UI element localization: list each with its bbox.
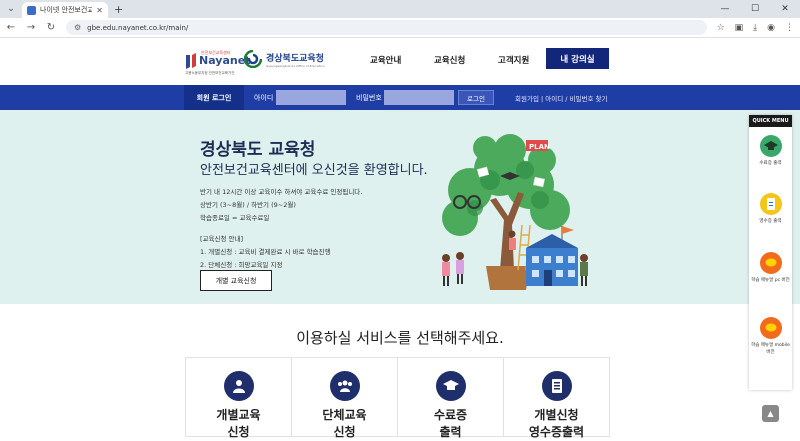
quick-certificate[interactable]: 수료증 출력 [749, 135, 792, 167]
nayanet-mark-icon [186, 53, 196, 69]
browser-tab-bar: ⌄ 나이넷 안전보건교육센터 경상 ✕ + — ☐ ✕ [0, 0, 800, 18]
extensions-icon[interactable]: ▣ [735, 23, 744, 33]
hero-line: 상반기 (3~8월) / 하반기 (9~2월) [200, 201, 296, 209]
nav-edu-info[interactable]: 교육안내 [370, 54, 401, 66]
service-card-group[interactable]: 단체교육 신청 [292, 358, 398, 439]
reload-icon[interactable]: ↻ [46, 22, 56, 33]
id-input[interactable] [276, 90, 346, 105]
service-card-label: 수료증 출력 [433, 408, 468, 439]
person-icon [223, 371, 254, 401]
login-title: 회원 로그인 [184, 85, 244, 110]
plan-flag-text: PLAN [529, 143, 550, 151]
quick-item-label: 영수증 출력 [759, 219, 782, 224]
browser-menu-icon[interactable]: ⋮ [785, 23, 794, 33]
nayanet-logo[interactable]: 안전보건교육센터 Nayanet 고용노동부지정 안전보건교육기관 [184, 46, 250, 78]
scroll-top-button[interactable]: ▲ [762, 405, 779, 422]
nav-edu-apply[interactable]: 교육신청 [434, 54, 465, 66]
nayanet-logo-sub: 고용노동부지정 안전보건교육기관 [185, 71, 235, 75]
hero-line: 반기 내 12시간 이상 교육이수 하셔야 교육수료 인정됩니다. [200, 188, 363, 196]
site-info-icon[interactable]: ⚙ [74, 23, 81, 32]
quick-item-label: 학습 매뉴얼 pc 버전 [751, 278, 790, 283]
individual-apply-button[interactable]: 개별 교육신청 [200, 270, 272, 291]
tab-list-icon[interactable]: ⌄ [4, 2, 18, 16]
gyeongbuk-logo-title: 경상북도교육청 [266, 53, 324, 64]
nayanet-logo-text: Nayanet [199, 54, 251, 67]
hero-line: [교육신청 안내] [200, 235, 244, 243]
signup-find-links[interactable]: 회원가입 | 아이디 / 비밀번호 찾기 [515, 93, 607, 103]
quick-menu: QUICK MENU 수료증 출력 영수증 출력 학습 매뉴얼 pc 버전 학습… [749, 115, 792, 390]
hero-line: 2. 단체신청 : 희망교육일 지정 [200, 261, 283, 269]
chat-bubble-icon [759, 252, 782, 274]
tab-title: 나이넷 안전보건교육센터 경상 [40, 6, 93, 14]
password-input[interactable] [384, 90, 454, 105]
hero-line: 1. 개별신청 : 교육비 결제완료 시 바로 학습진행 [200, 248, 331, 256]
hero-banner: 경상북도 교육청 안전보건교육센터에 오신것을 환영합니다. 반기 내 12시간… [0, 110, 800, 304]
service-card-label: 단체교육 신청 [322, 408, 367, 439]
my-classroom-button[interactable]: 내 강의실 [546, 48, 609, 69]
quick-receipt[interactable]: 영수증 출력 [749, 193, 792, 225]
service-card-certificate[interactable]: 수료증 출력 [398, 358, 504, 439]
login-button[interactable]: 로그인 [458, 90, 494, 105]
quick-item-label: 수료증 출력 [759, 161, 782, 166]
quick-manual-pc[interactable]: 학습 매뉴얼 pc 버전 [749, 252, 792, 284]
service-card-individual[interactable]: 개별교육 신청 [186, 358, 292, 439]
hero-line: 학습종료일 = 교육수료일 [200, 214, 270, 222]
close-tab-icon[interactable]: ✕ [96, 6, 103, 15]
site-header: 안전보건교육센터 Nayanet 고용노동부지정 안전보건교육기관 경상북도교육… [0, 38, 800, 85]
service-card-label: 개별교육 신청 [216, 408, 261, 439]
forward-icon[interactable]: → [26, 22, 36, 33]
service-title: 이용하실 서비스를 선택해주세요. [296, 329, 504, 347]
hero-title: 경상북도 교육청 [200, 140, 316, 160]
group-icon [329, 371, 360, 401]
download-icon[interactable]: ⤓ [753, 23, 757, 33]
favicon-icon [27, 5, 36, 15]
chevron-up-icon: ▲ [767, 409, 774, 418]
graduation-cap-icon [435, 371, 466, 401]
url-text: gbe.edu.nayanet.co.kr/main/ [87, 23, 189, 32]
graduation-cap-icon [759, 135, 782, 157]
url-field[interactable]: ⚙ gbe.edu.nayanet.co.kr/main/ [66, 20, 707, 35]
browser-tab[interactable]: 나이넷 안전보건교육센터 경상 ✕ [22, 2, 108, 18]
password-label: 비밀번호 [356, 94, 382, 102]
quick-menu-title: QUICK MENU [749, 115, 792, 127]
service-card-receipt[interactable]: 개별신청 영수증출력 [504, 358, 609, 439]
window-controls: — ☐ ✕ [710, 0, 800, 18]
service-cards: 개별교육 신청 단체교육 신청 수료증 출력 개별신청 영수증출력 [185, 357, 610, 439]
service-card-label: 개별신청 영수증출력 [528, 408, 585, 439]
bookmark-star-icon[interactable]: ☆ [717, 23, 725, 33]
new-tab-icon[interactable]: + [114, 3, 123, 16]
login-bar: 회원 로그인 아이디 비밀번호 로그인 회원가입 | 아이디 / 비밀번호 찾기 [0, 85, 800, 110]
close-window-icon[interactable]: ✕ [770, 0, 800, 18]
address-bar: ← → ↻ ⚙ gbe.edu.nayanet.co.kr/main/ ☆ ▣ … [0, 18, 800, 38]
id-label: 아이디 [254, 94, 274, 102]
hero-subtitle: 안전보건교육센터에 오신것을 환영합니다. [200, 163, 428, 178]
gyeongbuk-mark-icon [244, 50, 262, 68]
hero-illustration: PLAN [442, 134, 588, 290]
gyeongbuk-logo-sub: Gyeongsangbuk-do Office of Education [266, 63, 325, 68]
receipt-icon [759, 193, 782, 215]
profile-icon[interactable]: ◉ [767, 23, 775, 33]
back-icon[interactable]: ← [6, 22, 16, 33]
maximize-icon[interactable]: ☐ [740, 0, 770, 18]
document-list-icon [541, 371, 572, 401]
minimize-icon[interactable]: — [710, 0, 740, 18]
gyeongbuk-edu-logo[interactable]: 경상북도교육청 Gyeongsangbuk-do Office of Educa… [244, 50, 325, 68]
nav-support[interactable]: 고객지원 [498, 54, 529, 66]
